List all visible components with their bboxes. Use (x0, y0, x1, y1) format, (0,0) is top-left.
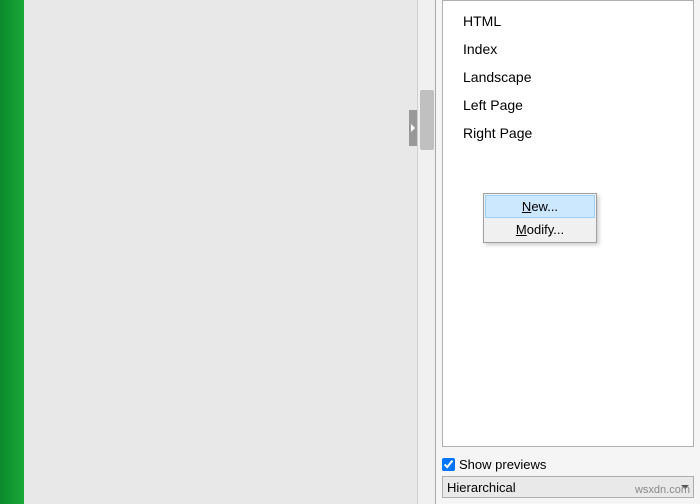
panel-footer: Show previews Hierarchical (436, 453, 700, 504)
menu-item-modify[interactable]: Modify... (485, 218, 595, 241)
scroll-thumb[interactable] (420, 90, 434, 150)
style-list[interactable]: HTML Index Landscape Left Page Right Pag… (442, 0, 694, 447)
view-mode-value: Hierarchical (447, 480, 516, 495)
show-previews-checkbox[interactable] (442, 458, 455, 471)
style-item-left-page[interactable]: Left Page (443, 91, 693, 119)
context-menu: New... Modify... (483, 193, 597, 243)
document-area (24, 0, 435, 504)
style-item-html[interactable]: HTML (443, 7, 693, 35)
panel-collapse-toggle[interactable] (409, 110, 417, 146)
style-item-right-page[interactable]: Right Page (443, 119, 693, 147)
show-previews-label: Show previews (459, 457, 546, 472)
style-item-index[interactable]: Index (443, 35, 693, 63)
show-previews-row[interactable]: Show previews (442, 457, 694, 472)
vertical-scrollbar[interactable] (417, 0, 435, 504)
styles-panel: HTML Index Landscape Left Page Right Pag… (435, 0, 700, 504)
watermark: wsxdn.com (635, 484, 690, 496)
menu-item-new[interactable]: New... (485, 195, 595, 218)
style-item-landscape[interactable]: Landscape (443, 63, 693, 91)
menu-item-new-label: ew... (531, 199, 558, 214)
app-accent-strip (0, 0, 24, 504)
menu-item-modify-label: odify... (527, 222, 564, 237)
